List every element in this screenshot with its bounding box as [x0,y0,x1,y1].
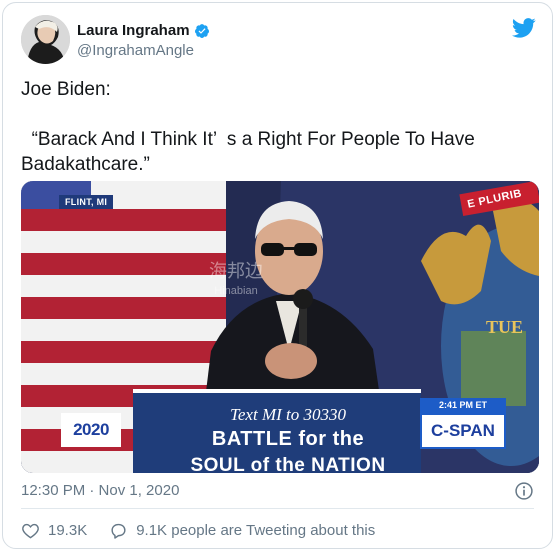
watermark-cn: 海邦边 [209,261,263,281]
like-button[interactable]: 19.3K [21,521,87,540]
info-icon[interactable] [514,481,534,501]
action-bar: 19.3K 9.1K people are Tweeting about thi… [21,521,397,540]
heart-icon [22,523,39,539]
network-logo: C-SPAN [420,413,506,449]
twitter-bird-icon[interactable] [512,18,536,38]
speech-bubble-icon [111,523,126,539]
avatar[interactable] [21,15,70,64]
verified-badge-icon [194,23,209,38]
seal-text: TUE [486,317,524,337]
tweet-timestamp[interactable]: 12:30 PM · Nov 1, 2020 [21,482,179,499]
podium-line-3: SOUL of the NATION [190,455,386,473]
author-handle[interactable]: @IngrahamAngle [77,42,194,59]
author-name-row[interactable]: Laura Ingraham [77,22,210,39]
network-time: 2:41 PM ET [420,398,506,413]
author-display-name[interactable]: Laura Ingraham [77,22,190,39]
tweet-text: Joe Biden: “Barack And I Think It’ s a R… [21,79,475,175]
conversation-text: 9.1K people are Tweeting about this [136,522,376,539]
watermark-en: Hinabian [214,285,258,297]
campaign-logo: 2020 [61,413,121,447]
like-count: 19.3K [48,522,88,539]
podium-line-2: BATTLE for the [211,428,365,450]
podium-line-1: Text MI to 30330 [229,405,346,424]
location-label: FLINT, MI [59,195,114,209]
avatar-image [21,15,70,64]
watermark: 海邦边 Hinabian [209,261,263,301]
conversation-button[interactable]: 9.1K people are Tweeting about this [109,521,375,540]
tweet-media-video[interactable]: FLINT, MI E PLURIB 海邦边 Hinabian TUE 2020… [21,181,539,473]
tweet-card: Laura Ingraham @IngrahamAngle Joe Biden:… [2,2,553,549]
footer-divider [21,508,534,509]
